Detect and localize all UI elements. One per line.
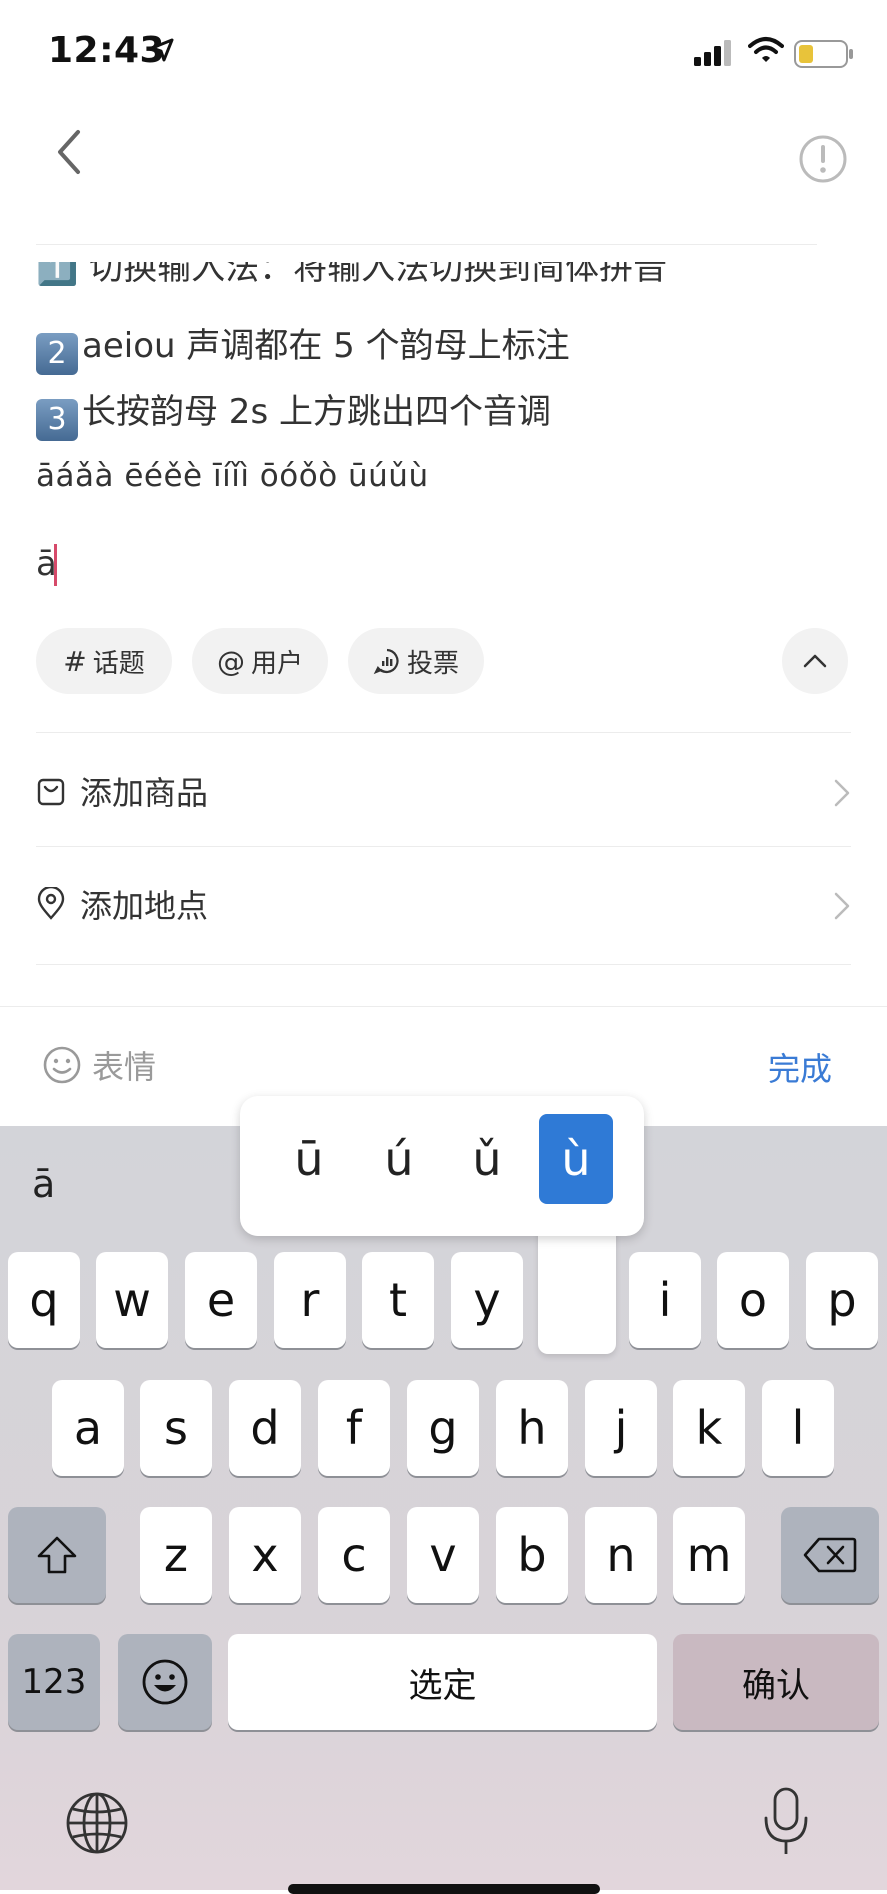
vote-chip[interactable]: 投票 xyxy=(348,628,484,694)
add-location-label: 添加地点 xyxy=(80,887,209,925)
chevron-up-icon xyxy=(803,654,827,668)
key-a[interactable]: a xyxy=(52,1380,124,1476)
key-v[interactable]: v xyxy=(407,1507,479,1603)
emoji-button[interactable]: 表情 xyxy=(42,1042,156,1088)
topic-chip-label: 话题 xyxy=(92,648,145,679)
key-e[interactable]: e xyxy=(185,1252,257,1348)
poll-chat-icon xyxy=(373,648,399,675)
key-h[interactable]: h xyxy=(496,1380,568,1476)
text-caret xyxy=(54,544,57,586)
key-o[interactable]: o xyxy=(717,1252,789,1348)
key-m[interactable]: m xyxy=(673,1507,745,1603)
hash-icon: # xyxy=(63,644,87,678)
key-b[interactable]: b xyxy=(496,1507,568,1603)
shopping-bag-icon xyxy=(37,778,65,806)
key-r[interactable]: r xyxy=(274,1252,346,1348)
nav-divider xyxy=(36,244,817,245)
emoji-label: 表情 xyxy=(92,1048,157,1086)
add-location-row[interactable]: 添加地点 xyxy=(36,869,851,939)
text-line-3: 3 长按韵母 2s 上方跳出四个音调 xyxy=(36,384,551,441)
key-c[interactable]: c xyxy=(318,1507,390,1603)
text-line-2-content: aeiou 声调都在 5 个韵母上标注 xyxy=(82,326,570,366)
back-chevron-icon[interactable] xyxy=(54,128,84,176)
add-product-label: 添加商品 xyxy=(80,774,209,812)
text-line-3-content: 长按韵母 2s 上方跳出四个音调 xyxy=(82,392,551,432)
key-f[interactable]: f xyxy=(318,1380,390,1476)
divider xyxy=(36,846,851,847)
key-s[interactable]: s xyxy=(140,1380,212,1476)
clipped-text-line: 1️⃣ 切换输入法：将输入法切换到简体拼音 xyxy=(36,262,836,302)
divider xyxy=(36,732,851,733)
user-chip[interactable]: @ 用户 xyxy=(192,628,328,694)
wifi-icon xyxy=(748,37,784,62)
alert-circle-icon[interactable] xyxy=(798,134,848,184)
key-y[interactable]: y xyxy=(451,1252,523,1348)
cellular-signal-icon xyxy=(694,40,731,66)
key-n[interactable]: n xyxy=(585,1507,657,1603)
numbers-key[interactable]: 123 xyxy=(8,1634,100,1730)
key-w[interactable]: w xyxy=(96,1252,168,1348)
emoji-key[interactable] xyxy=(118,1634,212,1730)
key-i[interactable]: i xyxy=(629,1252,701,1348)
shift-key[interactable] xyxy=(8,1507,106,1603)
tone-popup-join xyxy=(540,1200,614,1236)
tone-option-4-selected[interactable]: ù xyxy=(539,1114,613,1204)
key-l[interactable]: l xyxy=(762,1380,834,1476)
location-pin-icon xyxy=(37,887,65,920)
candidate-suggestion[interactable]: ā xyxy=(32,1162,55,1206)
confirm-key[interactable]: 确认 xyxy=(673,1634,879,1730)
globe-icon[interactable] xyxy=(64,1790,130,1856)
add-product-row[interactable]: 添加商品 xyxy=(36,756,851,826)
collapse-button[interactable] xyxy=(782,628,848,694)
microphone-icon[interactable] xyxy=(762,1786,810,1858)
user-chip-label: 用户 xyxy=(250,648,303,679)
number-3-badge: 3 xyxy=(36,399,78,441)
vote-chip-label: 投票 xyxy=(406,648,459,679)
tone-option-1[interactable]: ū xyxy=(272,1114,346,1204)
at-icon: @ xyxy=(216,644,245,678)
key-k[interactable]: k xyxy=(673,1380,745,1476)
smiley-icon xyxy=(43,1046,81,1084)
divider xyxy=(36,964,851,965)
key-p[interactable]: p xyxy=(806,1252,878,1348)
location-arrow-icon xyxy=(150,38,174,62)
emoji-face-icon xyxy=(142,1659,188,1705)
status-time: 12:43 xyxy=(48,30,166,71)
tones-line: āáǎà ēéěè īíǐì ōóǒò ūúǔù xyxy=(36,458,429,494)
home-indicator xyxy=(288,1884,600,1894)
shift-arrow-icon xyxy=(37,1536,77,1574)
space-select-key[interactable]: 选定 xyxy=(228,1634,657,1730)
key-x[interactable]: x xyxy=(229,1507,301,1603)
chevron-right-icon xyxy=(834,779,850,807)
key-d[interactable]: d xyxy=(229,1380,301,1476)
key-g[interactable]: g xyxy=(407,1380,479,1476)
key-z[interactable]: z xyxy=(140,1507,212,1603)
clipped-line-text: 1️⃣ 切换输入法：将输入法切换到简体拼音 xyxy=(36,262,668,288)
chevron-right-icon xyxy=(834,892,850,920)
topic-chip[interactable]: # 话题 xyxy=(36,628,172,694)
key-t[interactable]: t xyxy=(362,1252,434,1348)
tone-option-3[interactable]: ǔ xyxy=(450,1114,524,1204)
number-2-badge: 2 xyxy=(36,333,78,375)
text-line-2: 2 aeiou 声调都在 5 个韵母上标注 xyxy=(36,318,570,375)
key-j[interactable]: j xyxy=(585,1380,657,1476)
backspace-icon xyxy=(803,1537,857,1573)
tone-popup-stem xyxy=(538,1222,616,1354)
done-button[interactable]: 完成 xyxy=(768,1044,832,1090)
key-q[interactable]: q xyxy=(8,1252,80,1348)
delete-key[interactable] xyxy=(781,1507,879,1603)
battery-icon xyxy=(794,40,853,68)
tone-option-2[interactable]: ú xyxy=(362,1114,436,1204)
toolbar-divider xyxy=(0,1006,887,1007)
